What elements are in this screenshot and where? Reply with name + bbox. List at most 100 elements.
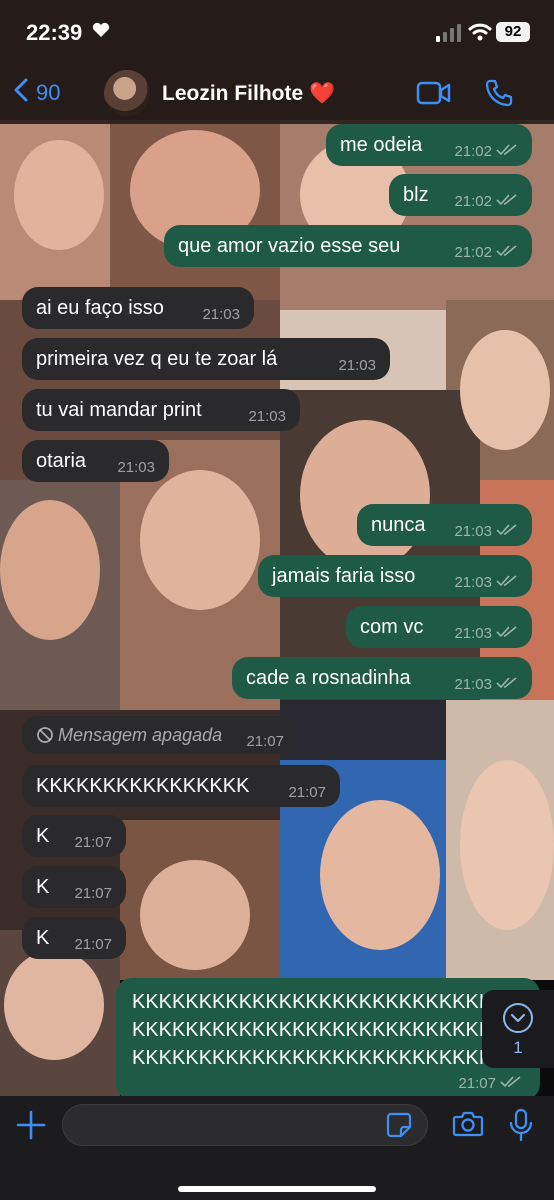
status-bar: 22:39 92	[0, 0, 554, 64]
message-text-line: KKKKKKKKKKKKKKKKKKKKKKKKKKK	[132, 1047, 493, 1069]
compose-bar	[0, 1096, 554, 1200]
read-ticks-icon	[496, 676, 518, 693]
message-time: 21:02	[454, 243, 492, 261]
message-meta: 21:03	[248, 408, 286, 425]
message-meta: 21:03	[454, 676, 518, 693]
message-bubble-outgoing[interactable]: cade a rosnadinha 21:03	[232, 657, 532, 699]
camera-icon[interactable]	[452, 1110, 484, 1143]
message-text: me odeia	[340, 134, 442, 157]
phone-icon[interactable]	[484, 78, 514, 113]
message-text: K	[36, 825, 62, 848]
message-bubble-incoming[interactable]: primeira vez q eu te zoar lá 21:03	[22, 338, 390, 380]
video-call-icon[interactable]	[416, 80, 452, 111]
deleted-message-bubble[interactable]: Mensagem apagada 21:07	[22, 716, 298, 754]
message-text: que amor vazio esse seu	[178, 235, 442, 258]
back-button[interactable]: 90	[14, 78, 60, 108]
message-bubble-incoming[interactable]: KKKKKKKKKKKKKKKK 21:07	[22, 765, 340, 807]
message-meta: 21:07	[288, 784, 326, 801]
message-text: K	[36, 927, 62, 950]
message-bubble-outgoing[interactable]: que amor vazio esse seu 21:02	[164, 225, 532, 267]
microphone-icon[interactable]	[508, 1108, 534, 1147]
message-bubble-incoming[interactable]: K 21:07	[22, 866, 126, 908]
message-bubble-outgoing[interactable]: nunca 21:03	[357, 504, 532, 546]
message-text-value: K	[36, 926, 50, 949]
message-meta: 21:07	[74, 834, 112, 851]
message-time: 21:03	[454, 522, 492, 540]
read-ticks-icon	[496, 143, 518, 160]
message-text: tu vai mandar print	[36, 399, 236, 422]
message-text: cade a rosnadinha	[246, 667, 442, 690]
message-text: ai eu faço isso	[36, 297, 190, 320]
message-time: 21:03	[117, 458, 155, 476]
message-text-value: ai eu faço isso	[36, 296, 164, 319]
message-text: jamais faria isso	[272, 565, 442, 588]
message-text: K	[36, 876, 62, 899]
message-meta: 21:03	[454, 574, 518, 591]
message-time: 21:07	[458, 1075, 496, 1092]
message-text-value: KKKKKKKKKKKKKKKK	[36, 774, 250, 797]
message-text-value: que amor vazio esse seu	[178, 234, 401, 257]
contact-name[interactable]: Leozin Filhote ❤️	[162, 82, 335, 106]
message-text-value: Mensagem apagada	[58, 724, 223, 745]
message-time: 21:07	[246, 732, 284, 750]
message-text-line: KKKKKKKKKKKKKKKKKKKKKKKKKKK	[132, 1019, 493, 1041]
blocked-icon	[36, 726, 54, 744]
message-bubble-outgoing[interactable]: KKKKKKKKKKKKKKKKKKKKKKKKKKK KKKKKKKKKKKK…	[116, 978, 540, 1100]
message-meta: 21:03	[454, 523, 518, 540]
message-meta: 21:02	[454, 244, 518, 261]
message-bubble-incoming[interactable]: K 21:07	[22, 815, 126, 857]
home-indicator	[178, 1186, 376, 1192]
message-bubble-outgoing[interactable]: me odeia 21:02	[326, 124, 532, 166]
message-time: 21:02	[454, 192, 492, 210]
message-text-value: tu vai mandar print	[36, 398, 202, 421]
message-bubble-incoming[interactable]: tu vai mandar print 21:03	[22, 389, 300, 431]
message-bubble-incoming[interactable]: otaria 21:03	[22, 440, 169, 482]
message-time: 21:07	[74, 935, 112, 953]
message-input[interactable]	[62, 1104, 428, 1146]
message-text: primeira vez q eu te zoar lá	[36, 348, 326, 371]
message-bubble-outgoing[interactable]: com vc 21:03	[346, 606, 532, 648]
message-time: 21:03	[454, 624, 492, 642]
message-bubble-outgoing[interactable]: jamais faria isso 21:03	[258, 555, 532, 597]
sticker-icon[interactable]	[386, 1112, 412, 1143]
scroll-to-bottom-button[interactable]: 1	[482, 990, 554, 1068]
read-ticks-icon	[500, 1070, 522, 1098]
heart-icon	[92, 22, 110, 43]
signal-icon	[436, 24, 462, 42]
avatar[interactable]	[104, 70, 150, 116]
status-time: 22:39	[26, 20, 83, 45]
message-text: nunca	[371, 514, 442, 537]
read-ticks-icon	[496, 523, 518, 540]
message-time: 21:03	[338, 356, 376, 374]
message-time: 21:07	[74, 833, 112, 851]
message-text-value: otaria	[36, 449, 87, 472]
message-text: Mensagem apagada	[36, 725, 234, 746]
message-time: 21:03	[454, 675, 492, 693]
message-time: 21:02	[454, 142, 492, 160]
message-time: 21:03	[248, 407, 286, 425]
message-time: 21:03	[454, 573, 492, 591]
message-bubble-incoming[interactable]: K 21:07	[22, 917, 126, 959]
battery-indicator: 92	[496, 22, 530, 42]
message-meta: 21:07	[246, 733, 284, 750]
read-ticks-icon	[496, 574, 518, 591]
message-meta: 21:07	[458, 1070, 522, 1098]
message-text: otaria	[36, 450, 105, 473]
message-time: 21:03	[202, 305, 240, 323]
message-text-value: jamais faria isso	[272, 564, 416, 587]
message-meta: 21:02	[454, 193, 518, 210]
plus-icon[interactable]	[16, 1110, 46, 1145]
message-bubble-incoming[interactable]: ai eu faço isso 21:03	[22, 287, 254, 329]
chat-header: 90 Leozin Filhote ❤️	[0, 64, 554, 124]
read-ticks-icon	[496, 193, 518, 210]
message-text: blz	[403, 184, 442, 207]
message-text: com vc	[360, 616, 442, 639]
message-text-value: me odeia	[340, 133, 423, 156]
read-ticks-icon	[496, 244, 518, 261]
message-text-value: nunca	[371, 513, 426, 536]
message-time: 21:07	[74, 884, 112, 902]
read-ticks-icon	[496, 625, 518, 642]
message-meta: 21:02	[454, 143, 518, 160]
message-bubble-outgoing[interactable]: blz 21:02	[389, 174, 532, 216]
message-text-value: cade a rosnadinha	[246, 666, 411, 689]
